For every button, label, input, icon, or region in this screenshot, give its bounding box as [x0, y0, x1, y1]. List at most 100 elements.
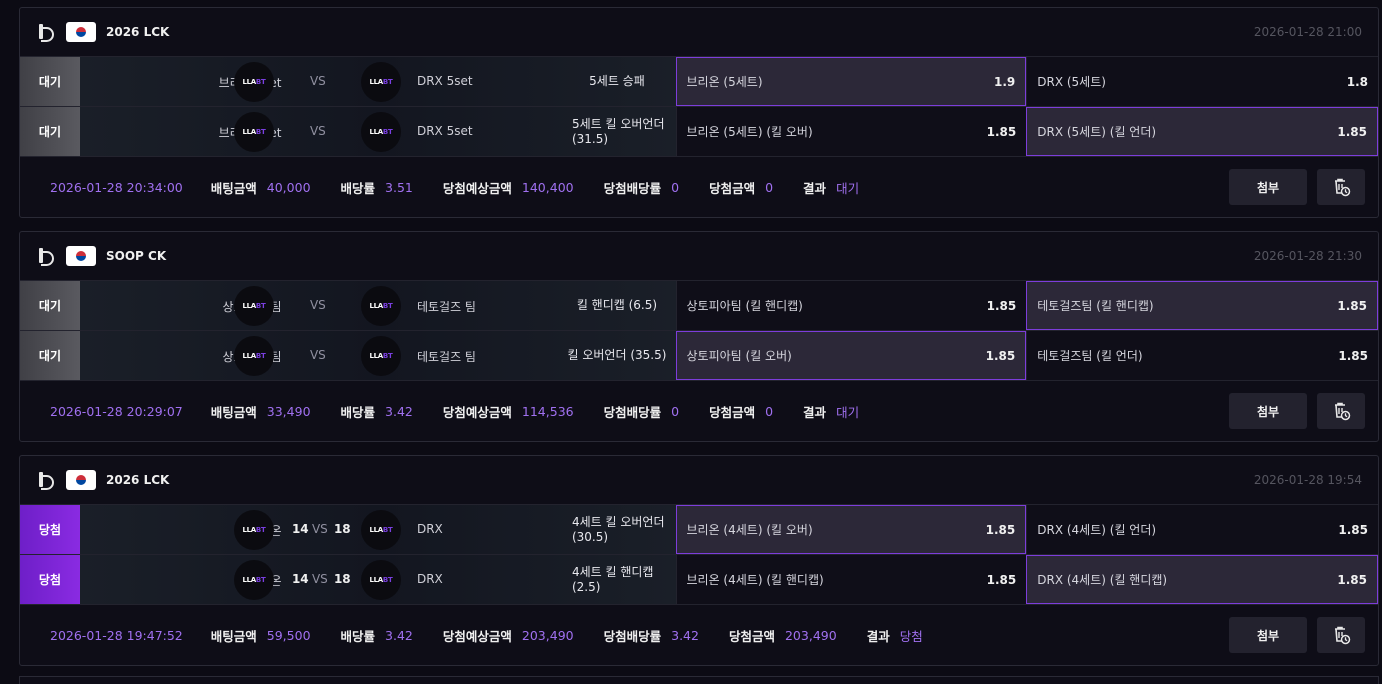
odds-label: 배당률: [340, 404, 376, 420]
status-badge: 당첨: [20, 555, 80, 604]
odd-value: 1.85: [986, 572, 1017, 587]
attach-button[interactable]: 첨부: [1229, 617, 1307, 653]
odd-option-1[interactable]: 브리온 (5세트) 1.9: [675, 57, 1027, 106]
odd-option-1[interactable]: 브리온 (5세트) (킬 오버) 1.85: [675, 107, 1027, 156]
card-header: 2026 LCK 2026-01-28 21:00: [20, 8, 1378, 56]
win-amount: 203,490: [784, 627, 837, 643]
home-score: 14: [291, 572, 309, 586]
odds-value: 3.42: [385, 403, 413, 419]
bet-card: 2026 LCK 2026-01-28 19:54 당첨 브리온 LLABT 1…: [19, 455, 1379, 666]
delete-button[interactable]: [1317, 617, 1365, 653]
attach-button[interactable]: 첨부: [1229, 169, 1307, 205]
match-time: 2026-01-28 21:30: [1253, 249, 1362, 263]
expected-win-amount: 203,490: [521, 627, 574, 643]
odd-option-1[interactable]: 상토피아팀 (킬 오버) 1.85: [675, 331, 1027, 380]
away-score: 18: [333, 572, 351, 586]
odd-value: 1.85: [1338, 522, 1368, 537]
bet-datetime: 2026-01-28 20:29:07: [50, 403, 183, 419]
odd-label: 브리온 (5세트) (킬 오버): [686, 125, 813, 139]
bet-row: 대기 상토피아 팀 LLABT VS LLABT 테토걸즈 팀 킬 핸디캡 (6…: [20, 280, 1378, 330]
result-value: 대기: [836, 180, 860, 196]
bet-amount: 33,490: [266, 403, 311, 419]
league-name: 2026 LCK: [106, 473, 170, 487]
win-odds-label: 당첨배당률: [603, 180, 662, 196]
match-info: 브리온 LLABT 14 VS 18 LLABT DRX 4세트 킬 핸디캡 (…: [79, 555, 676, 604]
odd-value: 1.85: [986, 124, 1017, 139]
odd-option-2[interactable]: DRX (5세트) (킬 언더) 1.85: [1026, 107, 1378, 156]
odd-value: 1.85: [1337, 298, 1367, 313]
home-team-logo: LLA BT: [233, 510, 274, 550]
delete-button[interactable]: [1317, 393, 1365, 429]
bet-row: 당첨 브리온 LLABT 14 VS 18 LLABT DRX 4세트 킬 오버…: [20, 504, 1378, 554]
bet-card: 2026 LCK 2026-01-28 21:00 대기 브리온 5set LL…: [19, 7, 1379, 218]
win-amount-label: 당첨금액: [709, 180, 756, 196]
lol-icon: [36, 471, 54, 490]
market-name: 4세트 킬 오버언더 (30.5): [571, 515, 665, 544]
bet-row: 대기 브리온 5set LLABT VS LLABT DRX 5set 5세트 …: [20, 56, 1378, 106]
odd-value: 1.85: [1338, 348, 1368, 363]
bet-amount-label: 배팅금액: [210, 628, 257, 644]
match-time: 2026-01-28 21:00: [1253, 25, 1362, 39]
expected-win-label: 당첨예상금액: [442, 628, 512, 644]
vs-label: VS: [311, 522, 328, 536]
attach-button[interactable]: 첨부: [1229, 393, 1307, 429]
home-team-logo: LLA BT: [233, 336, 274, 376]
odd-label: DRX (4세트) (킬 핸디캡): [1037, 573, 1168, 587]
win-odds-value: 3.42: [671, 627, 699, 643]
card-header: SOOP CK 2026-01-28 21:30: [20, 232, 1378, 280]
odd-label: DRX (4세트) (킬 언더): [1037, 523, 1157, 537]
win-amount: 0: [765, 403, 774, 419]
bet-card: SOOP CK 2026-01-28 21:30 대기 상토피아 팀 LLABT…: [19, 231, 1379, 442]
away-team-logo: LLA BT: [360, 286, 401, 326]
win-odds-label: 당첨배당률: [603, 404, 662, 420]
odd-option-1[interactable]: 브리온 (4세트) (킬 오버) 1.85: [675, 505, 1027, 554]
bet-row: 당첨 브리온 LLABT 14 VS 18 LLABT DRX 4세트 킬 핸디…: [20, 554, 1378, 604]
odd-option-2[interactable]: 테토걸즈팀 (킬 핸디캡) 1.85: [1026, 281, 1378, 330]
market-name: 킬 핸디캡 (6.5): [576, 298, 658, 313]
league-name: SOOP CK: [106, 249, 167, 263]
delete-button[interactable]: [1317, 169, 1365, 205]
odd-label: 상토피아팀 (킬 오버): [686, 349, 792, 363]
away-team-logo: LLA BT: [360, 112, 401, 152]
win-odds-value: 0: [671, 179, 680, 195]
away-team-name: DRX 5set: [416, 74, 473, 88]
bet-amount: 40,000: [266, 179, 311, 195]
away-score: 18: [333, 522, 351, 536]
vs-label: VS: [311, 572, 328, 586]
odd-value: 1.85: [985, 348, 1016, 363]
odd-option-1[interactable]: 브리온 (4세트) (킬 핸디캡) 1.85: [675, 555, 1027, 604]
status-badge: 대기: [20, 331, 80, 380]
odd-label: 브리온 (4세트) (킬 핸디캡): [686, 573, 824, 587]
odd-label: 브리온 (4세트) (킬 오버): [686, 523, 813, 537]
odd-option-2[interactable]: DRX (4세트) (킬 핸디캡) 1.85: [1026, 555, 1378, 604]
result-label: 결과: [803, 180, 827, 196]
odd-label: DRX (5세트): [1037, 75, 1106, 89]
odd-option-1[interactable]: 상토피아팀 (킬 핸디캡) 1.85: [675, 281, 1027, 330]
home-team-logo: LLA BT: [233, 286, 274, 326]
home-team-logo: LLA BT: [233, 112, 274, 152]
trash-clock-icon: [1335, 402, 1351, 421]
odd-option-2[interactable]: DRX (4세트) (킬 언더) 1.85: [1026, 505, 1378, 554]
away-team-logo: LLA BT: [360, 560, 401, 600]
bet-row: 대기 브리온 5set LLABT VS LLABT DRX 5set 5세트 …: [20, 106, 1378, 156]
win-amount: 0: [765, 179, 774, 195]
expected-win-label: 당첨예상금액: [442, 404, 512, 420]
south-korea-flag-icon: [66, 246, 96, 266]
away-team-logo: LLA BT: [360, 336, 401, 376]
odd-label: 상토피아팀 (킬 핸디캡): [686, 299, 803, 313]
trash-clock-icon: [1335, 178, 1351, 197]
bet-datetime: 2026-01-28 20:34:00: [50, 179, 183, 195]
expected-win-amount: 140,400: [521, 179, 574, 195]
odd-option-2[interactable]: DRX (5세트) 1.8: [1026, 57, 1378, 106]
odd-value: 1.85: [985, 522, 1016, 537]
odds-value: 3.51: [385, 179, 413, 195]
win-amount-label: 당첨금액: [728, 628, 775, 644]
bet-row: 대기 상토피아 팀 LLABT VS LLABT 테토걸즈 팀 킬 오버언더 (…: [20, 330, 1378, 380]
match-info: 브리온 5set LLABT VS LLABT DRX 5set 5세트 승패: [79, 57, 676, 106]
market-name: 5세트 킬 오버언더 (31.5): [571, 117, 665, 146]
odd-option-2[interactable]: 테토걸즈팀 (킬 언더) 1.85: [1026, 331, 1378, 380]
odd-label: 테토걸즈팀 (킬 핸디캡): [1037, 299, 1154, 313]
match-info: 상토피아 팀 LLABT VS LLABT 테토걸즈 팀 킬 오버언더 (35.…: [79, 331, 676, 380]
away-team-name: 테토걸즈 팀: [416, 350, 476, 364]
match-info: 상토피아 팀 LLABT VS LLABT 테토걸즈 팀 킬 핸디캡 (6.5): [79, 281, 676, 330]
